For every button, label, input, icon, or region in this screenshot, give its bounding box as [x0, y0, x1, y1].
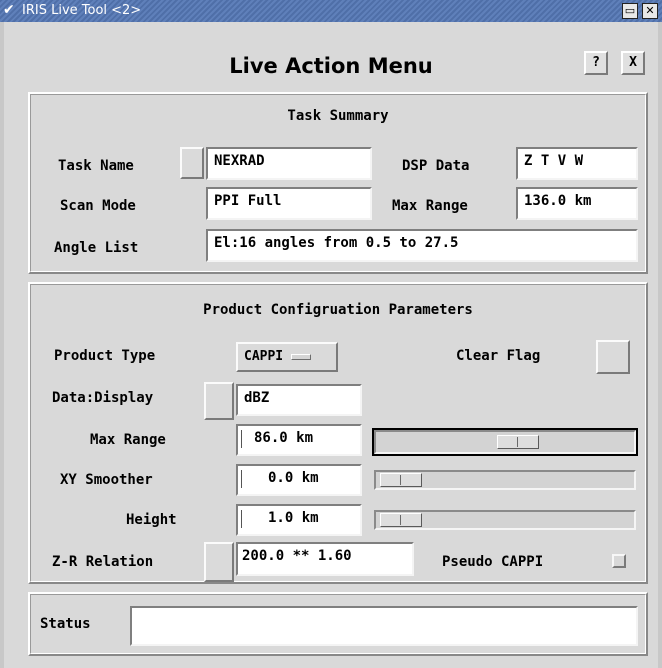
status-field: [130, 606, 638, 646]
text-cursor-icon: [241, 510, 242, 528]
height-value: 1.0 km: [268, 510, 319, 526]
pseudo-cappi-label: Pseudo CAPPI: [442, 554, 544, 570]
window-menu-icon[interactable]: ✔: [3, 2, 19, 18]
task-name-label: Task Name: [58, 158, 134, 174]
window-titlebar[interactable]: ✔ IRIS Live Tool <2> ▭ ✕: [0, 0, 662, 22]
dsp-data-label: DSP Data: [402, 158, 470, 174]
task-summary-panel: Task Summary Task Name NEXRAD DSP Data Z…: [28, 92, 648, 274]
scan-mode-label: Scan Mode: [60, 198, 136, 214]
text-cursor-icon: [241, 430, 242, 448]
help-button[interactable]: ?: [584, 51, 608, 75]
angle-list-field: El:16 angles from 0.5 to 27.5: [206, 229, 638, 262]
product-config-title: Product Configruation Parameters: [203, 302, 473, 318]
max-range-config-label: Max Range: [90, 432, 166, 448]
xy-smoother-label: XY Smoother: [60, 472, 153, 488]
clear-flag-label: Clear Flag: [456, 348, 541, 364]
height-field[interactable]: 1.0 km: [236, 504, 362, 536]
close-window-icon[interactable]: ✕: [642, 3, 658, 19]
task-name-button[interactable]: [180, 147, 204, 179]
max-range-label: Max Range: [392, 198, 468, 214]
zr-relation-label: Z-R Relation: [52, 554, 154, 570]
data-display-field: dBZ: [236, 384, 362, 416]
status-label: Status: [40, 616, 91, 632]
close-button[interactable]: X: [621, 51, 645, 75]
max-range-slider-thumb[interactable]: [496, 435, 539, 449]
xy-smoother-value: 0.0 km: [268, 470, 319, 486]
max-range-config-value: 86.0 km: [254, 430, 314, 446]
max-range-field: 136.0 km: [516, 187, 638, 220]
task-name-field: NEXRAD: [206, 147, 372, 180]
page-title: Live Action Menu: [229, 54, 433, 78]
product-config-panel: Product Configruation Parameters Product…: [28, 282, 648, 584]
height-slider[interactable]: [374, 510, 636, 530]
task-summary-title: Task Summary: [287, 108, 389, 124]
minimize-icon[interactable]: ▭: [622, 3, 638, 19]
xy-smoother-slider[interactable]: [374, 470, 636, 490]
product-type-label: Product Type: [54, 348, 156, 364]
product-type-select[interactable]: CAPPI: [236, 342, 338, 372]
scan-mode-field: PPI Full: [206, 187, 372, 220]
data-display-label: Data:Display: [52, 390, 154, 406]
xy-smoother-field[interactable]: 0.0 km: [236, 464, 362, 496]
pseudo-cappi-checkbox[interactable]: [612, 554, 626, 568]
product-type-value: CAPPI: [244, 349, 284, 364]
dsp-data-field: Z T V W: [516, 147, 638, 180]
height-label: Height: [126, 512, 177, 528]
zr-relation-button[interactable]: [204, 542, 234, 582]
zr-relation-field[interactable]: 200.0 ** 1.60: [236, 542, 414, 576]
max-range-slider[interactable]: [372, 428, 638, 456]
clear-flag-button[interactable]: [596, 340, 630, 374]
data-display-button[interactable]: [204, 382, 234, 420]
window-title: IRIS Live Tool <2>: [22, 3, 142, 18]
xy-smoother-slider-thumb[interactable]: [380, 473, 422, 487]
option-menu-indicator-icon: [291, 353, 312, 360]
angle-list-label: Angle List: [54, 240, 139, 256]
text-cursor-icon: [241, 470, 242, 488]
max-range-config-field[interactable]: 86.0 km: [236, 424, 362, 456]
height-slider-thumb[interactable]: [380, 513, 422, 527]
status-panel: Status: [28, 592, 648, 656]
